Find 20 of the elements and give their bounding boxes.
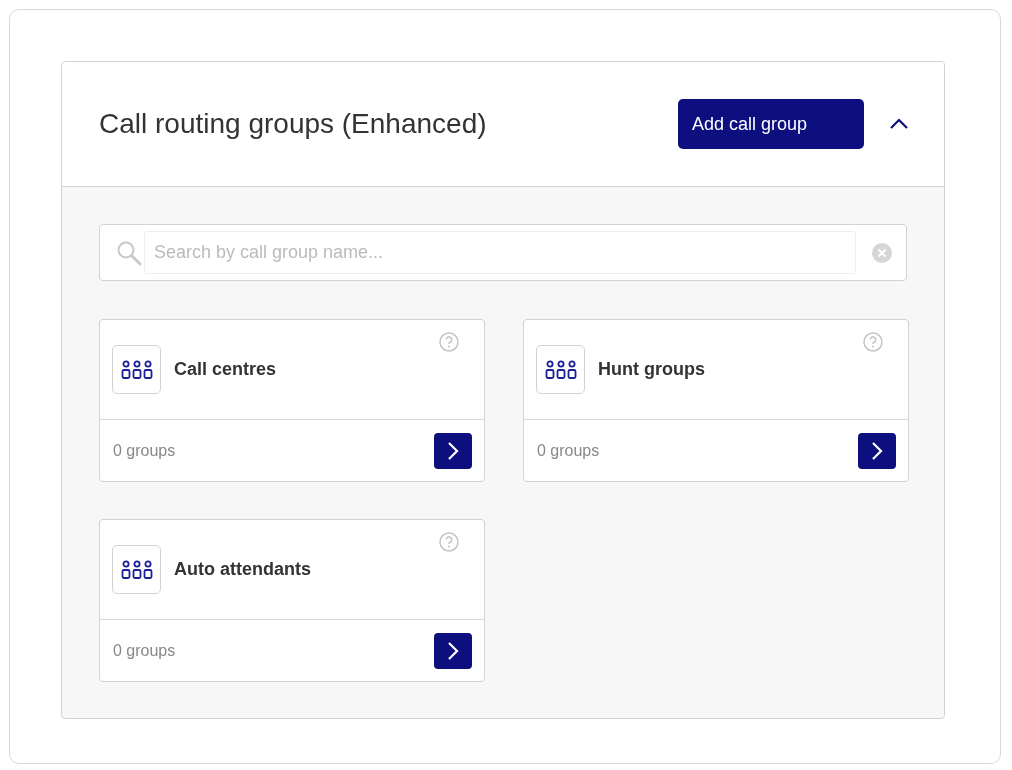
people-icon [112, 345, 161, 394]
chevron-icon[interactable] [889, 118, 909, 130]
chevron-right-icon [870, 440, 884, 461]
panel-title: Call routing groups (Enhanced) [99, 108, 488, 140]
group-count: 0 groups [113, 441, 176, 460]
group-count: 0 groups [537, 441, 600, 460]
open-button[interactable] [434, 432, 472, 469]
group-name: Auto attendants [174, 559, 311, 580]
group-name: Hunt groups [598, 359, 705, 380]
search-icon [116, 239, 142, 266]
people-icon [112, 545, 161, 594]
open-button[interactable] [858, 432, 896, 469]
people-icon [536, 345, 585, 394]
search-field[interactable]: Search by call group name... [99, 224, 907, 281]
group-name: Call centres [174, 359, 277, 380]
add-call-group-button[interactable]: Add call group [678, 99, 864, 149]
chevron-right-icon [446, 640, 460, 661]
chevron-right-icon [446, 440, 460, 461]
group-count: 0 groups [113, 641, 176, 660]
open-button[interactable] [434, 632, 472, 669]
